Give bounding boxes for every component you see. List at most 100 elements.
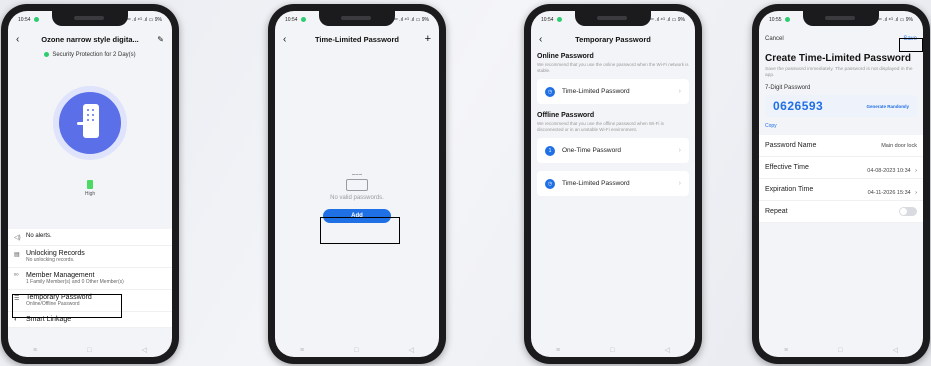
shield-icon: [44, 52, 50, 57]
header: ‹ Ozone narrow style digita... ✎: [8, 29, 172, 49]
screen: 10:55 ⊕ ᵛᵒ ᵛᵒ .ıl ⁴ᴳ .ıl ▭ 9% Cancel Sav…: [759, 11, 923, 357]
notch: [52, 11, 128, 26]
back-nav-icon[interactable]: ◁: [665, 346, 670, 354]
online-section: Online Password We recommend that you us…: [531, 49, 695, 74]
notch: [319, 11, 395, 26]
option-one-time[interactable]: 1 One-Time Password ›: [537, 138, 689, 163]
menu-icon[interactable]: ≡: [784, 347, 788, 354]
repeat-toggle[interactable]: [899, 207, 917, 216]
plus-icon[interactable]: +: [425, 33, 431, 45]
row-value: 04-08-2023 10:34: [867, 167, 911, 174]
notch: [575, 11, 651, 26]
menu-icon[interactable]: ≡: [300, 347, 304, 354]
section-description: We recommend that you use the offline pa…: [537, 121, 664, 132]
status-time: 10:54: [541, 17, 554, 23]
status-time: 10:54: [285, 17, 298, 23]
clock-icon: ◷: [545, 86, 555, 97]
row-value: Main door lock: [881, 142, 917, 149]
menu-icon[interactable]: ≡: [556, 347, 560, 354]
battery-label: High: [84, 191, 96, 198]
page-title: Temporary Password: [575, 34, 651, 44]
phone-4: 10:55 ⊕ ᵛᵒ ᵛᵒ .ıl ⁴ᴳ .ıl ▭ 9% Cancel Sav…: [752, 4, 930, 364]
page-title: Time-Limited Password: [314, 34, 400, 44]
section-heading: Offline Password: [537, 112, 595, 119]
menu-item-title: Unlocking Records: [26, 250, 85, 257]
chevron-right-icon: ›: [915, 189, 917, 196]
android-nav-bar: ≡ □ ◁: [8, 343, 172, 357]
security-status: Security Protection for 2 Day(s): [8, 52, 172, 58]
back-icon[interactable]: ‹: [16, 34, 28, 45]
option-label: One-Time Password: [562, 147, 621, 154]
row-key: Expiration Time: [765, 186, 814, 193]
phone-2: 10:54 ⊕ ᵛᵒ ᵛᵒ .ıl ⁴ᴳ .ıl ▭ 9% ‹ Time-Lim…: [268, 4, 446, 364]
phone-1: 10:54 ⊕ ᵛᵒ ᵛᵒ .ıl ⁴ᴳ .ıl ▭ 9% ‹ Ozone na…: [1, 4, 179, 364]
lock-body-icon: [83, 104, 99, 139]
page-title: Ozone narrow style digita...: [41, 34, 139, 44]
copy-button[interactable]: Copy: [759, 117, 923, 129]
menu-item-title: Member Management: [26, 272, 95, 279]
android-nav-bar: ≡ □ ◁: [531, 343, 695, 357]
screen: 10:54 ⊕ ᵛᵒ ᵛᵒ .ıl ⁴ᴳ .ıl ▭ 9% ‹ Temporar…: [531, 11, 695, 357]
row-password-name[interactable]: Password Name Main door lock: [759, 135, 923, 157]
menu-item-unlocking-records[interactable]: ▤ Unlocking Records No unlocking records.: [8, 246, 172, 268]
screen: 10:54 ⊕ ᵛᵒ ᵛᵒ .ıl ⁴ᴳ .ıl ▭ 9% ‹ Time-Lim…: [275, 11, 439, 357]
clock-icon: ◷: [545, 178, 555, 189]
one-icon: 1: [545, 145, 555, 156]
back-nav-icon[interactable]: ◁: [142, 346, 147, 354]
offline-section: Offline Password We recommend that you u…: [531, 104, 695, 133]
cancel-button[interactable]: Cancel: [765, 36, 784, 42]
menu-item-subtitle: 1 Family Member(s) and 0 Other Member(s): [26, 279, 124, 285]
back-nav-icon[interactable]: ◁: [409, 346, 414, 354]
header: ‹ Temporary Password: [531, 29, 695, 49]
password-box: 0626593 Generate Randomly: [765, 95, 917, 117]
generate-randomly-button[interactable]: Generate Randomly: [866, 104, 909, 109]
phone-3: 10:54 ⊕ ᵛᵒ ᵛᵒ .ıl ⁴ᴳ .ıl ▭ 9% ‹ Temporar…: [524, 4, 702, 364]
chevron-right-icon: ›: [915, 167, 917, 174]
empty-text: No valid passwords.: [330, 195, 384, 201]
option-label: Time-Limited Password: [562, 180, 630, 187]
home-icon[interactable]: □: [87, 347, 91, 354]
settings-list: Password Name Main door lock Effective T…: [759, 135, 923, 223]
members-icon: ᵒᵒ: [14, 273, 19, 279]
menu-icon[interactable]: ≡: [33, 347, 37, 354]
back-icon[interactable]: ‹: [283, 34, 295, 45]
highlight-box: [12, 294, 122, 318]
back-icon[interactable]: ‹: [539, 34, 551, 45]
android-nav-bar: ≡ □ ◁: [759, 343, 923, 357]
android-nav-bar: ≡ □ ◁: [275, 343, 439, 357]
records-icon: ▤: [14, 252, 20, 258]
row-expiration-time[interactable]: Expiration Time 04-11-2026 15:34 ›: [759, 179, 923, 201]
lock-illustration: [53, 86, 127, 161]
option-label: Time-Limited Password: [562, 88, 630, 95]
option-online-time-limited[interactable]: ◷ Time-Limited Password ›: [537, 79, 689, 104]
chevron-right-icon: ›: [678, 147, 681, 154]
row-effective-time[interactable]: Effective Time 04-08-2023 10:34 ›: [759, 157, 923, 179]
menu-item-title: No alerts.: [26, 233, 52, 239]
highlight-box: [899, 38, 923, 52]
row-key: Password Name: [765, 142, 817, 149]
row-key: Repeat: [765, 208, 788, 215]
menu-item-alerts[interactable]: ◁) No alerts.: [8, 229, 172, 246]
highlight-box: [320, 217, 400, 244]
chevron-right-icon: ›: [678, 180, 681, 187]
chevron-right-icon: ›: [678, 88, 681, 95]
home-icon[interactable]: □: [354, 347, 358, 354]
battery-icon: [87, 180, 93, 190]
home-icon[interactable]: □: [610, 347, 614, 354]
menu-item-member-management[interactable]: ᵒᵒ Member Management 1 Family Member(s) a…: [8, 268, 172, 290]
page-description: Save the password immediately. The passw…: [765, 67, 913, 78]
status-time: 10:54: [18, 17, 31, 23]
home-icon[interactable]: □: [838, 347, 842, 354]
back-nav-icon[interactable]: ◁: [893, 346, 898, 354]
notch: [803, 11, 879, 26]
option-offline-time-limited[interactable]: ◷ Time-Limited Password ›: [537, 171, 689, 196]
password-label: 7-Digit Password: [765, 85, 811, 91]
edit-icon[interactable]: ✎: [157, 35, 164, 44]
speaker-icon: ◁): [14, 235, 21, 241]
handle-icon: [77, 122, 85, 126]
row-repeat: Repeat: [759, 201, 923, 223]
section-heading: Online Password: [537, 53, 594, 60]
inbox-icon: [346, 174, 368, 191]
password-value: 0626593: [773, 99, 824, 113]
row-value: 04-11-2026 15:34: [867, 189, 911, 196]
